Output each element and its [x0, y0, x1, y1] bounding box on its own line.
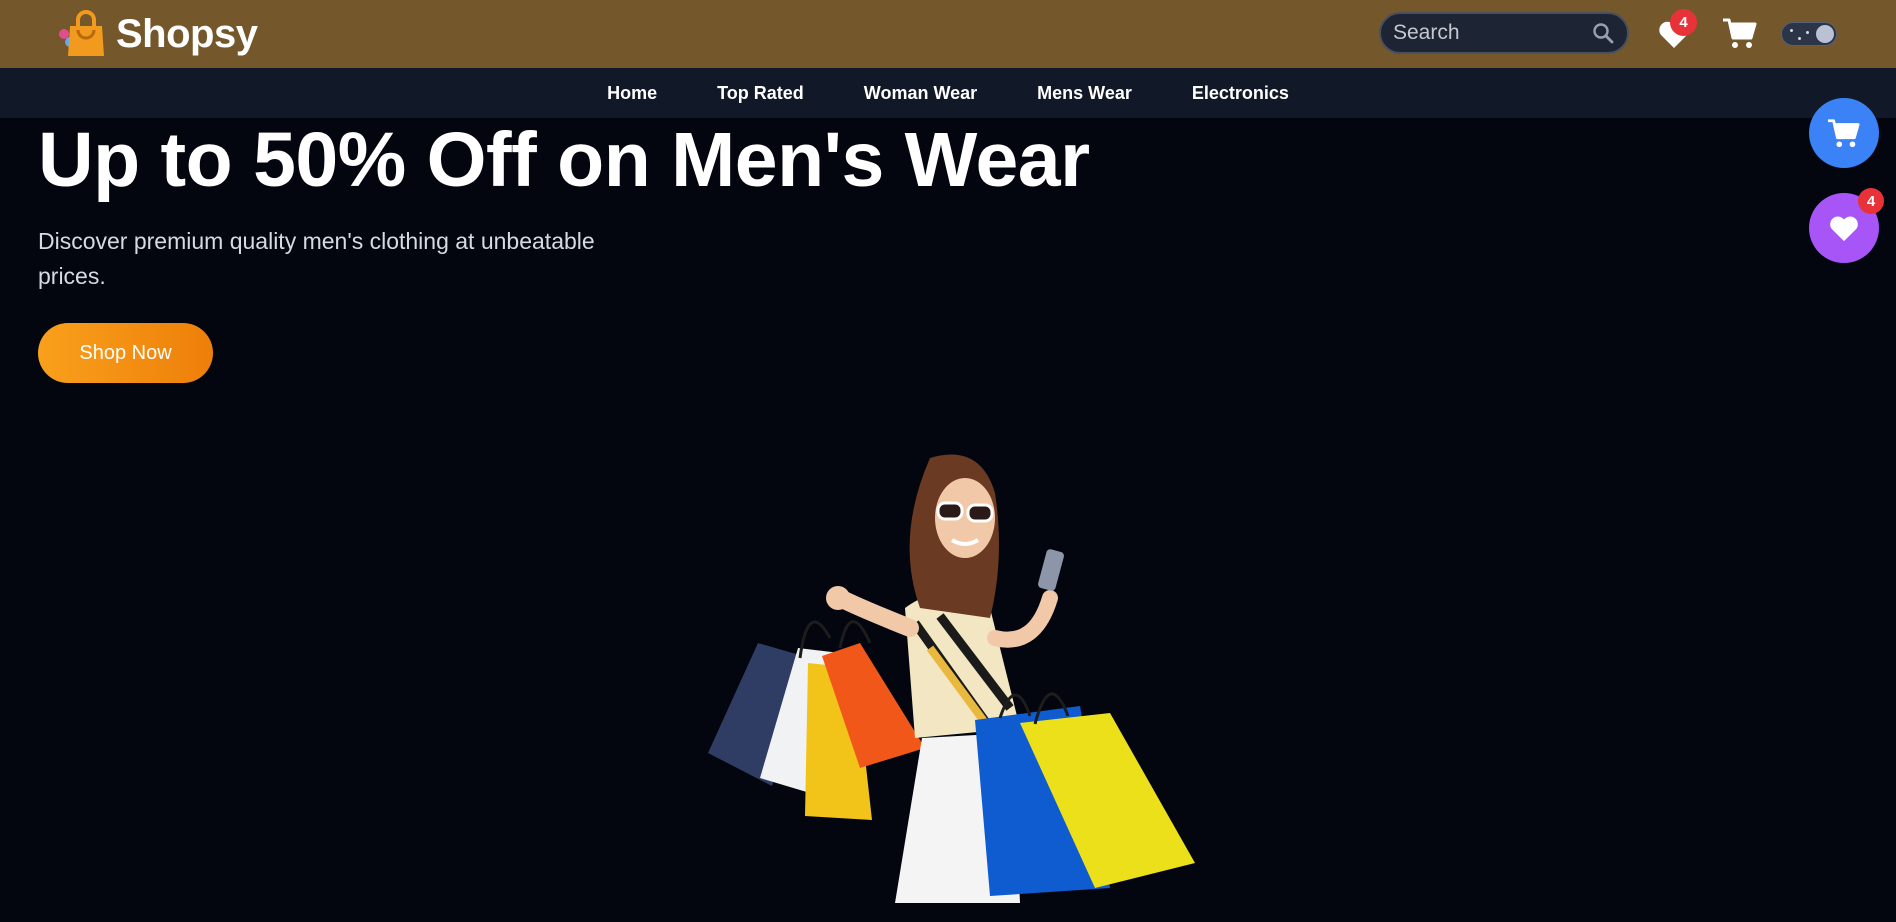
main-nav: Home Top Rated Woman Wear Mens Wear Elec… [0, 68, 1896, 118]
cart-icon [1828, 119, 1860, 148]
search-box[interactable] [1379, 12, 1629, 54]
brand-logo[interactable]: Shopsy [58, 10, 258, 58]
shop-now-button[interactable]: Shop Now [38, 323, 213, 383]
toggle-star-icon [1798, 37, 1801, 40]
nav-woman-wear[interactable]: Woman Wear [834, 83, 1007, 104]
moon-icon [1816, 25, 1834, 43]
floating-cart-button[interactable] [1809, 98, 1879, 168]
hero-title: Up to 50% Off on Men's Wear [38, 117, 1090, 203]
nav-electronics[interactable]: Electronics [1162, 83, 1319, 104]
top-header: Shopsy 4 [0, 0, 1896, 68]
heart-icon [1830, 216, 1858, 242]
theme-toggle[interactable] [1781, 22, 1837, 46]
nav-home[interactable]: Home [577, 83, 687, 104]
wishlist-count-badge: 4 [1670, 9, 1697, 36]
nav-mens-wear[interactable]: Mens Wear [1007, 83, 1162, 104]
shopping-bag-icon [59, 10, 104, 56]
toggle-star-icon [1790, 29, 1793, 32]
search-input[interactable] [1391, 20, 1591, 46]
brand-name: Shopsy [116, 11, 258, 56]
floating-wishlist-count-badge: 4 [1858, 188, 1884, 214]
search-icon[interactable] [1591, 21, 1615, 45]
nav-top-rated[interactable]: Top Rated [687, 83, 834, 104]
toggle-star-icon [1806, 31, 1809, 34]
hero-subtitle: Discover premium quality men's clothing … [38, 228, 595, 289]
hero-woman-shopping-image [708, 454, 1195, 903]
cart-icon[interactable] [1722, 16, 1758, 50]
